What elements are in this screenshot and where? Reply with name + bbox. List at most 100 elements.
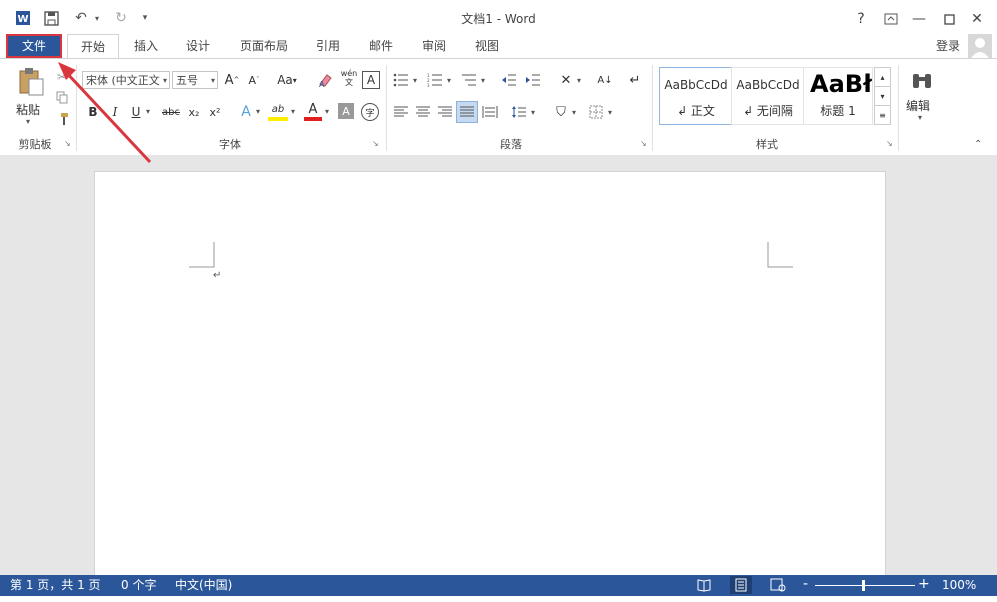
text-effects-dropdown-icon[interactable]: ▾: [256, 107, 260, 116]
styles-more-icon[interactable]: ≡: [874, 105, 891, 125]
decrease-indent-icon[interactable]: [500, 71, 518, 89]
strikethrough-button[interactable]: abc: [160, 103, 182, 121]
tab-page-layout[interactable]: 页面布局: [229, 34, 299, 58]
tab-insert[interactable]: 插入: [124, 34, 168, 58]
document-page[interactable]: ↵: [94, 171, 886, 581]
bold-button[interactable]: B: [86, 103, 100, 121]
styles-launcher-icon[interactable]: ↘: [886, 139, 893, 148]
font-color-dropdown-icon[interactable]: ▾: [325, 107, 329, 116]
zoom-in-button[interactable]: +: [918, 576, 930, 593]
grow-font-button[interactable]: A ^: [224, 71, 240, 89]
line-spacing-dropdown-icon[interactable]: ▾: [531, 108, 535, 117]
multilevel-list-icon[interactable]: [460, 71, 478, 89]
enclose-characters-button[interactable]: 字: [361, 103, 379, 121]
underline-button[interactable]: U: [129, 103, 143, 121]
style-no-spacing-name: ↲ 无间隔: [743, 104, 793, 118]
word-count[interactable]: 0 个字: [121, 577, 156, 594]
bullets-dropdown-icon[interactable]: ▾: [413, 76, 417, 85]
font-launcher-icon[interactable]: ↘: [372, 139, 379, 148]
editing-label[interactable]: 编辑: [906, 97, 930, 114]
shading-dropdown-icon[interactable]: ▾: [572, 108, 576, 117]
collapse-ribbon-icon[interactable]: ⌃: [974, 139, 982, 150]
phonetic-guide-button[interactable]: wén 文: [340, 69, 358, 87]
paste-label[interactable]: 粘贴: [16, 101, 40, 118]
borders-icon[interactable]: [587, 103, 605, 121]
text-effects-button[interactable]: A: [238, 103, 254, 121]
copy-icon[interactable]: [54, 89, 70, 105]
shading-icon[interactable]: ⛉: [552, 103, 570, 121]
ribbon-display-options-icon[interactable]: [880, 8, 902, 30]
highlight-button[interactable]: ab: [268, 101, 288, 121]
align-right-icon[interactable]: [436, 103, 454, 121]
align-center-icon[interactable]: [414, 103, 432, 121]
read-mode-icon[interactable]: [697, 578, 711, 592]
find-binoculars-icon[interactable]: [908, 67, 936, 95]
shrink-font-button[interactable]: Aˇ: [246, 71, 262, 89]
chinese-layout-dropdown-icon[interactable]: ▾: [577, 76, 581, 85]
borders-dropdown-icon[interactable]: ▾: [608, 108, 612, 117]
maximize-icon[interactable]: [938, 8, 960, 30]
font-color-button[interactable]: A: [304, 101, 322, 121]
chinese-layout-icon[interactable]: ✕: [556, 71, 576, 89]
show-marks-icon[interactable]: ↵: [626, 71, 644, 89]
help-button[interactable]: ?: [850, 8, 872, 30]
sort-icon[interactable]: A↓: [596, 71, 614, 89]
increase-indent-icon[interactable]: [524, 71, 542, 89]
multilevel-dropdown-icon[interactable]: ▾: [481, 76, 485, 85]
change-case-button[interactable]: Aa ▾: [272, 71, 302, 89]
numbering-dropdown-icon[interactable]: ▾: [447, 76, 451, 85]
underline-dropdown-icon[interactable]: ▾: [146, 107, 150, 116]
web-layout-icon[interactable]: [770, 578, 786, 592]
sign-in-link[interactable]: 登录: [936, 37, 960, 54]
svg-text:3: 3: [427, 83, 430, 87]
clipboard-launcher-icon[interactable]: ↘: [64, 139, 71, 148]
page-count[interactable]: 第 1 页，共 1 页: [10, 577, 101, 594]
paragraph-launcher-icon[interactable]: ↘: [640, 139, 647, 148]
tab-review[interactable]: 审阅: [412, 34, 456, 58]
paste-dropdown-icon[interactable]: ▾: [26, 117, 30, 126]
zoom-slider-thumb[interactable]: [862, 580, 865, 591]
justify-icon[interactable]: [456, 101, 478, 123]
window-title: 文档1 - Word: [461, 12, 536, 26]
editing-dropdown-icon[interactable]: ▾: [918, 113, 922, 122]
tab-mailings[interactable]: 邮件: [359, 34, 403, 58]
tab-view[interactable]: 视图: [465, 34, 509, 58]
align-left-icon[interactable]: [392, 103, 410, 121]
tab-file[interactable]: 文件: [6, 34, 62, 58]
zoom-out-button[interactable]: -: [803, 576, 808, 593]
print-layout-icon[interactable]: [730, 576, 752, 594]
minimize-icon[interactable]: —: [908, 8, 930, 30]
zoom-slider-track[interactable]: [815, 585, 915, 586]
font-size-box[interactable]: 五号 ▾: [172, 71, 218, 89]
subscript-button[interactable]: x₂: [186, 103, 202, 121]
paste-icon[interactable]: [14, 67, 48, 97]
style-normal[interactable]: AaBbCcDd ↲ 正文: [659, 67, 733, 125]
cut-icon[interactable]: ✂: [54, 69, 70, 85]
change-case-label: Aa: [277, 73, 293, 87]
distributed-icon[interactable]: [481, 103, 499, 121]
style-no-spacing[interactable]: AaBbCcDd ↲ 无间隔: [731, 67, 805, 125]
tab-home[interactable]: 开始: [67, 34, 119, 59]
clear-formatting-icon[interactable]: A: [316, 71, 334, 89]
language[interactable]: 中文(中国): [175, 577, 232, 594]
styles-scroll-down-icon[interactable]: ▾: [874, 86, 891, 106]
tab-references[interactable]: 引用: [306, 34, 350, 58]
italic-button[interactable]: I: [108, 103, 122, 121]
style-heading-1[interactable]: AaBł 标题 1: [803, 67, 873, 125]
superscript-button[interactable]: x²: [207, 103, 223, 121]
paragraph-mark[interactable]: ↵: [213, 270, 221, 281]
character-shading-button[interactable]: A: [338, 103, 354, 119]
close-icon[interactable]: ✕: [966, 8, 988, 30]
paragraph-group-label: 段落: [500, 138, 522, 151]
styles-scroll-up-icon[interactable]: ▴: [874, 67, 891, 87]
highlight-dropdown-icon[interactable]: ▾: [291, 107, 295, 116]
font-name-box[interactable]: 宋体 (中文正文 ▾: [82, 71, 170, 89]
bullets-icon[interactable]: [392, 71, 410, 89]
format-painter-icon[interactable]: [54, 111, 70, 127]
zoom-level[interactable]: 100%: [942, 577, 976, 594]
character-border-button[interactable]: A: [362, 71, 380, 89]
user-avatar-icon[interactable]: [968, 34, 992, 58]
line-spacing-icon[interactable]: [510, 103, 528, 121]
numbering-icon[interactable]: 123: [426, 71, 444, 89]
tab-design[interactable]: 设计: [176, 34, 220, 58]
